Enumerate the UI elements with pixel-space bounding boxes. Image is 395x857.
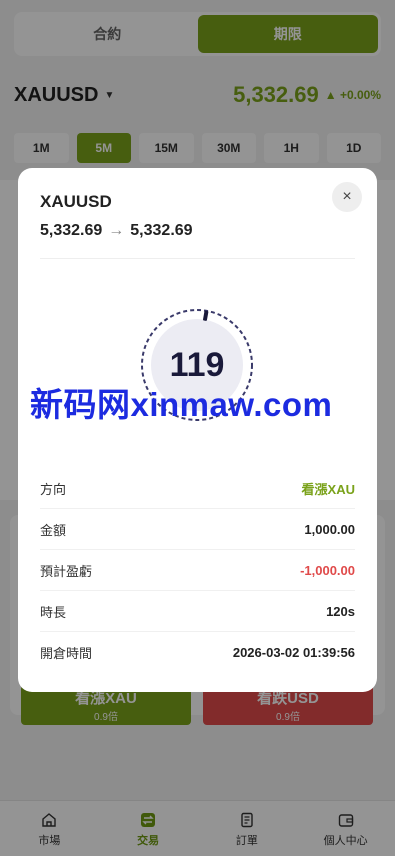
detail-value: 120s xyxy=(326,603,355,619)
order-countdown-modal: XAUUSD 5,332.69 → 5,332.69 × 119 方向 看漲XAU … xyxy=(18,168,377,692)
detail-row-open-time: 開倉時間 2026-03-02 01:39:56 xyxy=(40,632,355,672)
detail-value: 2026-03-02 01:39:56 xyxy=(232,644,355,660)
detail-label: 開倉時間 xyxy=(40,645,93,661)
order-details: 方向 看漲XAU 金額 1,000.00 預計盈虧 -1,000.00 時長 1… xyxy=(40,468,355,672)
detail-row-duration: 時長 120s xyxy=(40,591,355,632)
trade-page: 合約 期限 XAUUSD ▼ 5,332.69 ▲ +0.00% 1M 5M 1… xyxy=(0,0,395,857)
detail-row-direction: 方向 看漲XAU xyxy=(40,468,355,509)
detail-label: 金額 xyxy=(40,522,67,538)
detail-label: 時長 xyxy=(40,604,67,620)
detail-value: 1,000.00 xyxy=(304,521,355,537)
detail-value: 看漲XAU xyxy=(301,481,355,497)
detail-row-amount: 金額 1,000.00 xyxy=(40,509,355,550)
open-price: 5,332.69 xyxy=(40,222,103,239)
modal-title: XAUUSD xyxy=(40,192,112,211)
arrow-right-icon: → xyxy=(108,222,125,239)
detail-row-expected-pnl: 預計盈虧 -1,000.00 xyxy=(40,550,355,591)
divider xyxy=(40,258,355,259)
latest-price: 5,332.69 xyxy=(130,222,193,239)
close-icon[interactable]: × xyxy=(332,182,362,212)
detail-value: -1,000.00 xyxy=(300,562,355,578)
watermark: 新码网xinmaw.com xyxy=(30,386,333,423)
detail-label: 預計盈虧 xyxy=(40,563,93,579)
modal-price-change: 5,332.69 → 5,332.69 xyxy=(40,222,193,240)
detail-label: 方向 xyxy=(40,481,67,497)
